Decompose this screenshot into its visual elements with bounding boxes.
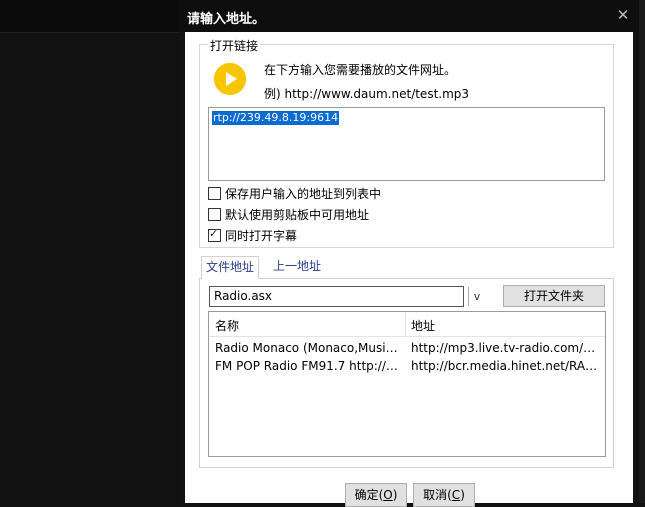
column-header-address[interactable]: 地址	[411, 317, 435, 334]
list-item-address: http://bcr.media.hinet.net/RA000...	[411, 359, 601, 373]
use-clipboard-label: 默认使用剪贴板中可用地址	[225, 207, 370, 222]
list-item-name: Radio Monaco (Monaco,Music/F...	[215, 341, 401, 355]
background-titlebar	[0, 0, 179, 33]
close-icon[interactable]: ✕	[615, 6, 631, 24]
open-subtitles-label: 同时打开字幕	[225, 228, 298, 243]
file-address-panel: Radio.asx v 打开文件夹 名称 地址 Radio Monaco (Mo…	[199, 278, 614, 468]
column-header-name[interactable]: 名称	[215, 317, 239, 334]
open-subtitles-checkbox[interactable]: 同时打开字幕	[208, 227, 448, 243]
ok-button-key: O	[383, 488, 393, 502]
dropdown-arrow-icon[interactable]: v	[468, 287, 485, 306]
open-url-dialog: 请输入地址。 ✕ 打开链接 在下方输入您需要播放的文件网址。 例) http:/…	[179, 0, 639, 507]
background-window	[0, 0, 179, 503]
background-right-edge	[639, 0, 645, 503]
ok-button-label: 确定(	[354, 488, 384, 502]
cancel-button-label: 取消(	[423, 488, 452, 502]
ok-button-paren: )	[392, 488, 398, 502]
dialog-title: 请输入地址。	[187, 12, 266, 27]
open-link-group-label: 打开链接	[208, 37, 261, 54]
list-item[interactable]: Radio Monaco (Monaco,Music/F... http://m…	[209, 340, 605, 358]
tab-previous-address[interactable]: 上一地址	[269, 256, 325, 278]
list-item-address: http://mp3.live.tv-radio.com/mc...	[411, 341, 601, 355]
list-header: 名称 地址	[209, 312, 605, 337]
instruction-text: 在下方输入您需要播放的文件网址。	[264, 63, 457, 77]
url-input-selected-text: rtp://239.49.8.19:9614	[212, 111, 340, 125]
checkbox-icon	[208, 207, 221, 221]
tab-file-address[interactable]: 文件地址	[201, 256, 260, 279]
example-text: 例) http://www.daum.net/test.mp3	[264, 87, 470, 101]
checkbox-icon	[208, 186, 221, 200]
use-clipboard-checkbox[interactable]: 默认使用剪贴板中可用地址	[208, 206, 448, 222]
play-icon	[214, 63, 246, 95]
save-to-list-label: 保存用户输入的地址到列表中	[225, 186, 382, 201]
cancel-button-paren: )	[460, 488, 465, 502]
list-item-name: FM POP Radio FM91.7 http://ww...	[215, 359, 401, 373]
dialog-body: 打开链接 在下方输入您需要播放的文件网址。 例) http://www.daum…	[185, 32, 633, 507]
open-link-group: 打开链接 在下方输入您需要播放的文件网址。 例) http://www.daum…	[199, 37, 614, 248]
playlist-select-value: Radio.asx	[214, 289, 273, 303]
save-to-list-checkbox[interactable]: 保存用户输入的地址到列表中	[208, 185, 448, 201]
ok-button[interactable]: 确定(O)	[345, 483, 407, 507]
cancel-button[interactable]: 取消(C)	[413, 483, 475, 507]
playlist-select[interactable]: Radio.asx v	[209, 286, 480, 307]
url-input[interactable]: rtp://239.49.8.19:9614	[208, 107, 605, 181]
checkbox-icon	[208, 227, 221, 242]
address-tabs: 文件地址 上一地址 Radio.asx v 打开文件夹 名称 地址 Radio …	[199, 256, 614, 468]
cancel-button-key: C	[451, 488, 461, 502]
dialog-titlebar[interactable]: 请输入地址。 ✕	[179, 0, 639, 32]
open-folder-button[interactable]: 打开文件夹	[503, 285, 605, 307]
column-divider[interactable]	[405, 312, 406, 336]
url-list[interactable]: 名称 地址 Radio Monaco (Monaco,Music/F... ht…	[208, 311, 606, 457]
list-item[interactable]: FM POP Radio FM91.7 http://ww... http://…	[209, 358, 605, 376]
